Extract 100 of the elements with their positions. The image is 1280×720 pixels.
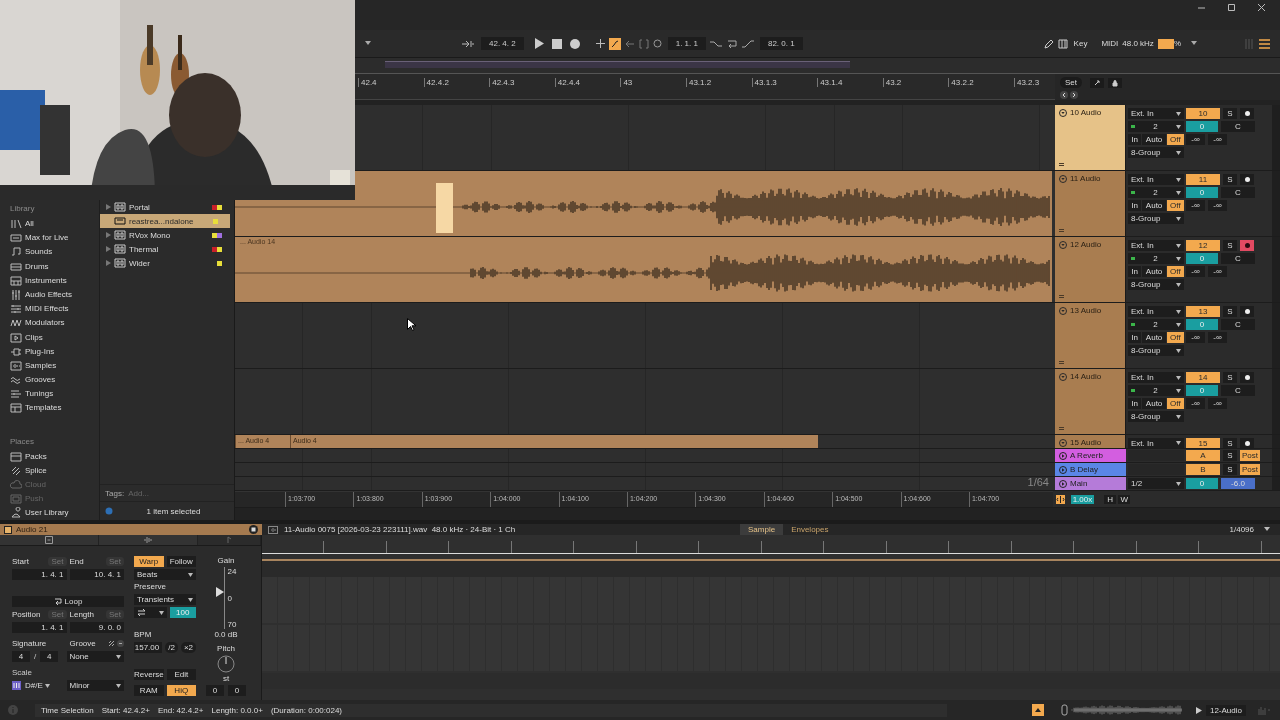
- monitor-button[interactable]: Auto: [1142, 332, 1166, 343]
- numerator-field[interactable]: 4: [12, 651, 30, 662]
- track-header[interactable]: 12 Audio: [1055, 237, 1126, 302]
- caret-icon[interactable]: [1191, 41, 1197, 46]
- link-icon[interactable]: [108, 640, 115, 647]
- hiq-button[interactable]: HiQ: [166, 685, 196, 696]
- pencil-icon[interactable]: [1043, 38, 1054, 49]
- monitor-button[interactable]: In: [1128, 266, 1142, 277]
- track-header[interactable]: 13 Audio: [1055, 303, 1126, 368]
- fold-icon[interactable]: [1059, 438, 1067, 447]
- library-item[interactable]: Clips: [10, 329, 99, 345]
- send-button[interactable]: B: [1186, 464, 1220, 475]
- expand-icon[interactable]: [1090, 77, 1104, 88]
- library-item[interactable]: Grooves: [10, 372, 99, 387]
- slider-thumb[interactable]: [215, 586, 224, 597]
- output-dropdown[interactable]: 1/2: [1128, 478, 1184, 489]
- loop-button[interactable]: Loop: [12, 596, 124, 607]
- monitor-button[interactable]: In: [1128, 134, 1142, 145]
- channel-dropdown[interactable]: 2: [1128, 121, 1184, 132]
- monitor-button[interactable]: Auto: [1142, 266, 1166, 277]
- pan-field[interactable]: C: [1221, 253, 1255, 264]
- follow-button[interactable]: Follow: [166, 556, 196, 567]
- input-dropdown[interactable]: Ext. In: [1128, 108, 1184, 119]
- monitor-button[interactable]: In: [1128, 398, 1142, 409]
- places-item[interactable]: Splice: [10, 463, 99, 478]
- output-dropdown[interactable]: 8-Group: [1128, 147, 1184, 158]
- input-dropdown[interactable]: Ext. In: [1128, 372, 1184, 383]
- pan-field[interactable]: C: [1221, 385, 1255, 396]
- end-field[interactable]: 10. 4. 1: [69, 569, 124, 580]
- monitor-button[interactable]: Auto: [1142, 200, 1166, 211]
- track-header[interactable]: 10 Audio: [1055, 105, 1126, 170]
- channel-dropdown[interactable]: 2: [1128, 319, 1184, 330]
- post-button[interactable]: Post: [1240, 464, 1260, 475]
- volume-reading[interactable]: -6.0: [1221, 478, 1255, 489]
- browser-item[interactable]: Portal: [100, 200, 234, 215]
- key-button[interactable]: Key: [1073, 39, 1088, 48]
- track-activator-button[interactable]: 12: [1186, 240, 1220, 251]
- arm-button[interactable]: [1240, 174, 1254, 185]
- editor-tab[interactable]: Envelopes: [783, 524, 837, 535]
- monitor-button[interactable]: Off: [1166, 200, 1184, 211]
- gain-slider[interactable]: [215, 567, 225, 629]
- solo-button[interactable]: S: [1223, 306, 1237, 317]
- track-activator-button[interactable]: 10: [1186, 108, 1220, 119]
- expand-arrow-icon[interactable]: [106, 204, 111, 211]
- solo-button[interactable]: S: [1223, 464, 1237, 475]
- mode-dropdown[interactable]: Minor: [66, 680, 124, 691]
- monitor-button[interactable]: Off: [1166, 332, 1184, 343]
- lock-icon[interactable]: [1108, 77, 1122, 88]
- browser-item[interactable]: Wider: [100, 256, 234, 271]
- maximize-icon[interactable]: [1227, 3, 1236, 12]
- reverse-button[interactable]: Reverse: [134, 669, 164, 680]
- follow-icon[interactable]: [461, 39, 475, 48]
- globe-icon[interactable]: [105, 507, 113, 515]
- track-activator-button[interactable]: 14: [1186, 372, 1220, 383]
- grid-dropdown[interactable]: 1/4096: [1229, 525, 1254, 534]
- position-field[interactable]: 42. 4. 2: [481, 37, 524, 50]
- return-track-header[interactable]: B Delay: [1055, 463, 1126, 476]
- bracket-icon[interactable]: [638, 38, 649, 49]
- main-track-header[interactable]: Main: [1055, 477, 1126, 490]
- channel-dropdown[interactable]: 2: [1128, 187, 1184, 198]
- solo-button[interactable]: S: [1223, 450, 1237, 461]
- length-field[interactable]: 9. 0. 0: [69, 622, 124, 633]
- places-item[interactable]: User Library: [10, 505, 99, 520]
- loop-mode-dropdown[interactable]: [134, 607, 167, 618]
- edit-button[interactable]: Edit: [166, 669, 196, 680]
- denominator-field[interactable]: 4: [40, 651, 59, 662]
- library-item[interactable]: Plug-Ins: [10, 344, 99, 359]
- track-lane[interactable]: 1/64: [235, 477, 1055, 490]
- solo-button[interactable]: S: [1223, 240, 1237, 251]
- track-activator-button[interactable]: 15: [1186, 438, 1220, 448]
- stop-icon[interactable]: [551, 38, 562, 49]
- library-item[interactable]: Instruments: [10, 273, 99, 288]
- expand-arrow-icon[interactable]: [106, 232, 111, 239]
- solo-button[interactable]: S: [1223, 438, 1237, 448]
- record-icon[interactable]: [569, 38, 580, 49]
- close-icon[interactable]: [1257, 3, 1266, 12]
- w-button[interactable]: W: [1118, 494, 1131, 504]
- caret-icon[interactable]: [365, 41, 371, 46]
- midi-button[interactable]: MIDI: [1101, 39, 1119, 48]
- output-dropdown[interactable]: 8-Group: [1128, 279, 1184, 290]
- keyboard-icon[interactable]: [1057, 38, 1068, 49]
- grip-icon[interactable]: [1059, 427, 1064, 430]
- track-header[interactable]: 14 Audio: [1055, 369, 1126, 434]
- grip-icon[interactable]: [1059, 163, 1064, 166]
- set-button[interactable]: Set: [1060, 77, 1082, 88]
- start-field[interactable]: 1. 4. 1: [12, 569, 67, 580]
- monitor-button[interactable]: Auto: [1142, 134, 1166, 145]
- fold-icon[interactable]: [1059, 240, 1067, 249]
- track-header[interactable]: 11 Audio: [1055, 171, 1126, 236]
- library-item[interactable]: All: [10, 216, 99, 231]
- pan-field[interactable]: C: [1221, 187, 1255, 198]
- plus-icon[interactable]: [595, 39, 605, 48]
- position-field[interactable]: 1. 4. 1: [12, 622, 67, 633]
- loop-start-field[interactable]: 1. 1. 1: [667, 37, 706, 50]
- ram-button[interactable]: RAM: [134, 685, 164, 696]
- grip-icon[interactable]: [1059, 295, 1064, 298]
- grip-icon[interactable]: [1059, 229, 1064, 232]
- split-icon[interactable]: [1055, 494, 1065, 504]
- monitor-button[interactable]: Auto: [1142, 398, 1166, 409]
- warp-button[interactable]: Warp: [134, 556, 164, 567]
